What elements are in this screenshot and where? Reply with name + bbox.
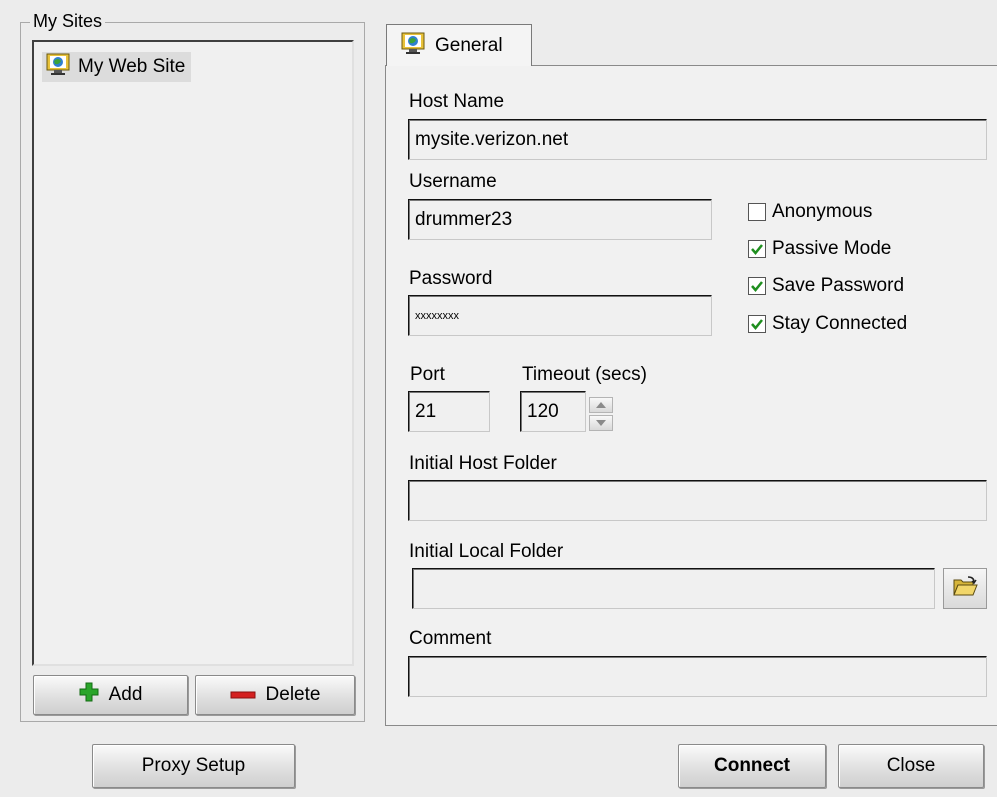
anonymous-label: Anonymous — [772, 201, 873, 222]
delete-site-button[interactable]: Delete — [195, 675, 355, 715]
site-item-label: My Web Site — [78, 56, 186, 77]
initial-host-folder-label: Initial Host Folder — [409, 453, 557, 474]
initial-local-folder-label: Initial Local Folder — [409, 541, 564, 562]
connect-button[interactable]: Connect — [678, 744, 826, 788]
port-label: Port — [410, 364, 445, 385]
save-password-checkbox[interactable]: Save Password — [748, 275, 904, 297]
my-sites-title: My Sites — [30, 10, 106, 32]
checkmark-icon — [748, 315, 766, 333]
proxy-setup-label: Proxy Setup — [141, 755, 246, 776]
stay-connected-checkbox[interactable]: Stay Connected — [748, 313, 907, 335]
add-site-button[interactable]: Add — [33, 675, 188, 715]
password-field[interactable]: xxxxxxxx — [408, 295, 712, 336]
checkbox-box — [748, 203, 766, 221]
site-icon — [401, 32, 425, 60]
open-folder-icon — [952, 575, 978, 603]
site-icon — [46, 53, 70, 81]
save-password-label: Save Password — [772, 275, 905, 296]
host-name-field[interactable]: mysite.verizon.net — [408, 119, 987, 160]
close-label: Close — [886, 755, 936, 776]
anonymous-checkbox[interactable]: Anonymous — [748, 201, 872, 223]
stepper-down-icon[interactable] — [589, 415, 613, 431]
comment-field[interactable] — [408, 656, 987, 697]
site-item-my-web-site[interactable]: My Web Site — [42, 52, 192, 82]
timeout-field[interactable]: 120 — [520, 391, 586, 432]
tab-general[interactable]: General — [386, 24, 532, 66]
timeout-label: Timeout (secs) — [522, 364, 647, 385]
checkmark-icon — [748, 240, 766, 258]
close-button[interactable]: Close — [838, 744, 984, 788]
browse-folder-button[interactable] — [943, 568, 987, 609]
timeout-stepper[interactable] — [589, 397, 613, 431]
port-field[interactable]: 21 — [408, 391, 490, 432]
host-name-label: Host Name — [409, 91, 505, 112]
tab-label: General — [435, 34, 503, 56]
passive-mode-label: Passive Mode — [772, 238, 892, 259]
proxy-setup-button[interactable]: Proxy Setup — [92, 744, 295, 788]
sites-list[interactable]: My Web Site — [32, 40, 354, 666]
delete-label: Delete — [265, 684, 321, 705]
add-label: Add — [108, 684, 143, 705]
stay-connected-label: Stay Connected — [772, 313, 908, 334]
initial-host-folder-field[interactable] — [408, 480, 987, 521]
initial-local-folder-field[interactable] — [412, 568, 935, 609]
username-field[interactable]: drummer23 — [408, 199, 712, 240]
minus-icon — [230, 684, 256, 706]
comment-label: Comment — [409, 628, 492, 649]
password-label: Password — [409, 268, 493, 289]
connect-label: Connect — [714, 755, 790, 776]
checkmark-icon — [748, 277, 766, 295]
stepper-up-icon[interactable] — [589, 397, 613, 413]
username-label: Username — [409, 171, 497, 192]
passive-mode-checkbox[interactable]: Passive Mode — [748, 238, 891, 260]
plus-icon — [79, 682, 99, 708]
